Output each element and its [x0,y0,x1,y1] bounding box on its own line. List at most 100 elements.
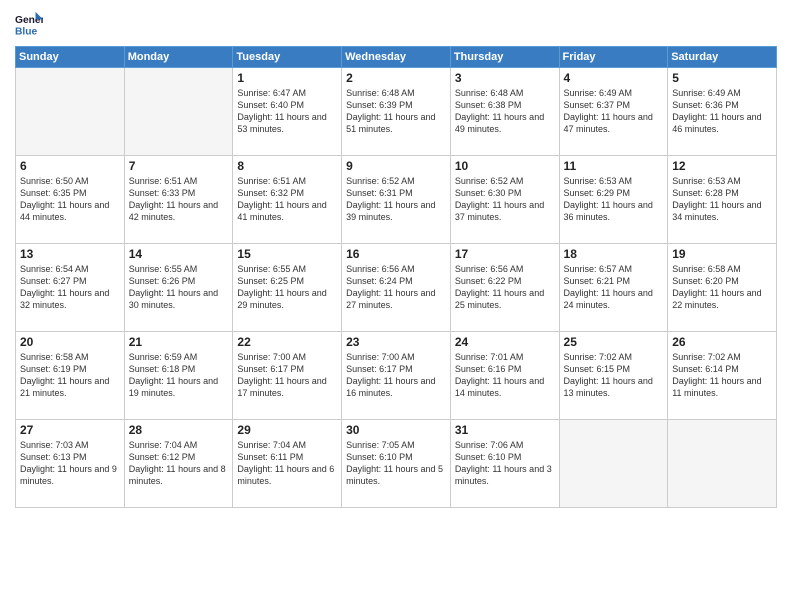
cell-info: Sunrise: 7:02 AMSunset: 6:14 PMDaylight:… [672,351,772,400]
calendar-cell: 9 Sunrise: 6:52 AMSunset: 6:31 PMDaylight… [342,156,451,244]
calendar-cell: 8 Sunrise: 6:51 AMSunset: 6:32 PMDaylight… [233,156,342,244]
calendar-cell: 15 Sunrise: 6:55 AMSunset: 6:25 PMDayligh… [233,244,342,332]
calendar-cell: 3 Sunrise: 6:48 AMSunset: 6:38 PMDaylight… [450,68,559,156]
day-number: 9 [346,159,446,173]
calendar-week-3: 13 Sunrise: 6:54 AMSunset: 6:27 PMDayligh… [16,244,777,332]
cell-info: Sunrise: 6:53 AMSunset: 6:28 PMDaylight:… [672,175,772,224]
calendar-cell: 24 Sunrise: 7:01 AMSunset: 6:16 PMDayligh… [450,332,559,420]
cell-info: Sunrise: 7:05 AMSunset: 6:10 PMDaylight:… [346,439,446,488]
day-number: 29 [237,423,337,437]
page-header: General Blue [15,10,777,38]
day-number: 20 [20,335,120,349]
day-number: 27 [20,423,120,437]
day-number: 26 [672,335,772,349]
day-number: 31 [455,423,555,437]
day-number: 24 [455,335,555,349]
day-number: 23 [346,335,446,349]
day-number: 21 [129,335,229,349]
cell-info: Sunrise: 7:03 AMSunset: 6:13 PMDaylight:… [20,439,120,488]
day-number: 13 [20,247,120,261]
calendar-cell: 12 Sunrise: 6:53 AMSunset: 6:28 PMDayligh… [668,156,777,244]
day-header-monday: Monday [124,47,233,68]
cell-info: Sunrise: 6:57 AMSunset: 6:21 PMDaylight:… [564,263,664,312]
calendar-cell: 26 Sunrise: 7:02 AMSunset: 6:14 PMDayligh… [668,332,777,420]
calendar-table: SundayMondayTuesdayWednesdayThursdayFrid… [15,46,777,508]
calendar-cell: 6 Sunrise: 6:50 AMSunset: 6:35 PMDaylight… [16,156,125,244]
day-number: 7 [129,159,229,173]
day-number: 30 [346,423,446,437]
calendar-week-4: 20 Sunrise: 6:58 AMSunset: 6:19 PMDayligh… [16,332,777,420]
day-number: 4 [564,71,664,85]
day-number: 2 [346,71,446,85]
day-number: 8 [237,159,337,173]
cell-info: Sunrise: 6:58 AMSunset: 6:19 PMDaylight:… [20,351,120,400]
calendar-cell: 20 Sunrise: 6:58 AMSunset: 6:19 PMDayligh… [16,332,125,420]
day-number: 14 [129,247,229,261]
calendar-week-1: 1Sunrise: 6:47 AMSunset: 6:40 PMDaylight… [16,68,777,156]
logo-icon: General Blue [15,10,43,38]
calendar-cell: 17 Sunrise: 6:56 AMSunset: 6:22 PMDayligh… [450,244,559,332]
day-number: 3 [455,71,555,85]
day-number: 15 [237,247,337,261]
cell-info: Sunrise: 6:48 AMSunset: 6:39 PMDaylight:… [346,87,446,136]
cell-info: Sunrise: 6:56 AMSunset: 6:24 PMDaylight:… [346,263,446,312]
calendar-cell: 31 Sunrise: 7:06 AMSunset: 6:10 PMDayligh… [450,420,559,508]
cell-info: Sunrise: 6:58 AMSunset: 6:20 PMDaylight:… [672,263,772,312]
day-number: 25 [564,335,664,349]
cell-info: Sunrise: 6:52 AMSunset: 6:30 PMDaylight:… [455,175,555,224]
calendar-cell: 25 Sunrise: 7:02 AMSunset: 6:15 PMDayligh… [559,332,668,420]
day-number: 12 [672,159,772,173]
day-header-friday: Friday [559,47,668,68]
calendar-cell: 13 Sunrise: 6:54 AMSunset: 6:27 PMDayligh… [16,244,125,332]
cell-info: Sunrise: 7:06 AMSunset: 6:10 PMDaylight:… [455,439,555,488]
day-number: 19 [672,247,772,261]
calendar-cell: 10 Sunrise: 6:52 AMSunset: 6:30 PMDayligh… [450,156,559,244]
calendar-cell [16,68,125,156]
day-header-tuesday: Tuesday [233,47,342,68]
day-number: 1 [237,71,337,85]
cell-info: Sunrise: 6:51 AMSunset: 6:32 PMDaylight:… [237,175,337,224]
calendar-cell [124,68,233,156]
calendar-cell: 29 Sunrise: 7:04 AMSunset: 6:11 PMDayligh… [233,420,342,508]
calendar-cell [559,420,668,508]
cell-info: Sunrise: 6:49 AMSunset: 6:37 PMDaylight:… [564,87,664,136]
cell-info: Sunrise: 6:52 AMSunset: 6:31 PMDaylight:… [346,175,446,224]
calendar-cell: 23Sunrise: 7:00 AMSunset: 6:17 PMDayligh… [342,332,451,420]
calendar-cell: 7 Sunrise: 6:51 AMSunset: 6:33 PMDaylight… [124,156,233,244]
calendar-header-row: SundayMondayTuesdayWednesdayThursdayFrid… [16,47,777,68]
cell-info: Sunrise: 6:50 AMSunset: 6:35 PMDaylight:… [20,175,120,224]
cell-info: Sunrise: 6:55 AMSunset: 6:25 PMDaylight:… [237,263,337,312]
day-number: 10 [455,159,555,173]
day-header-saturday: Saturday [668,47,777,68]
cell-info: Sunrise: 7:02 AMSunset: 6:15 PMDaylight:… [564,351,664,400]
cell-info: Sunrise: 6:51 AMSunset: 6:33 PMDaylight:… [129,175,229,224]
cell-info: Sunrise: 7:01 AMSunset: 6:16 PMDaylight:… [455,351,555,400]
cell-info: Sunrise: 6:56 AMSunset: 6:22 PMDaylight:… [455,263,555,312]
cell-info: Sunrise: 6:48 AMSunset: 6:38 PMDaylight:… [455,87,555,136]
calendar-cell: 1Sunrise: 6:47 AMSunset: 6:40 PMDaylight… [233,68,342,156]
day-number: 11 [564,159,664,173]
day-number: 17 [455,247,555,261]
cell-info: Sunrise: 6:55 AMSunset: 6:26 PMDaylight:… [129,263,229,312]
calendar-week-5: 27 Sunrise: 7:03 AMSunset: 6:13 PMDayligh… [16,420,777,508]
cell-info: Sunrise: 7:04 AMSunset: 6:11 PMDaylight:… [237,439,337,488]
calendar-cell: 18Sunrise: 6:57 AMSunset: 6:21 PMDayligh… [559,244,668,332]
day-header-wednesday: Wednesday [342,47,451,68]
calendar-cell: 30 Sunrise: 7:05 AMSunset: 6:10 PMDayligh… [342,420,451,508]
day-number: 28 [129,423,229,437]
cell-info: Sunrise: 7:00 AMSunset: 6:17 PMDaylight:… [237,351,337,400]
cell-info: Sunrise: 6:54 AMSunset: 6:27 PMDaylight:… [20,263,120,312]
cell-info: Sunrise: 6:59 AMSunset: 6:18 PMDaylight:… [129,351,229,400]
calendar-week-2: 6 Sunrise: 6:50 AMSunset: 6:35 PMDaylight… [16,156,777,244]
calendar-cell: 19 Sunrise: 6:58 AMSunset: 6:20 PMDayligh… [668,244,777,332]
calendar-cell: 22 Sunrise: 7:00 AMSunset: 6:17 PMDayligh… [233,332,342,420]
calendar-cell: 14 Sunrise: 6:55 AMSunset: 6:26 PMDayligh… [124,244,233,332]
day-header-thursday: Thursday [450,47,559,68]
calendar-cell: 11Sunrise: 6:53 AMSunset: 6:29 PMDayligh… [559,156,668,244]
day-number: 22 [237,335,337,349]
logo: General Blue [15,10,43,38]
day-number: 5 [672,71,772,85]
calendar-cell: 16Sunrise: 6:56 AMSunset: 6:24 PMDayligh… [342,244,451,332]
day-number: 6 [20,159,120,173]
calendar-cell: 21 Sunrise: 6:59 AMSunset: 6:18 PMDayligh… [124,332,233,420]
